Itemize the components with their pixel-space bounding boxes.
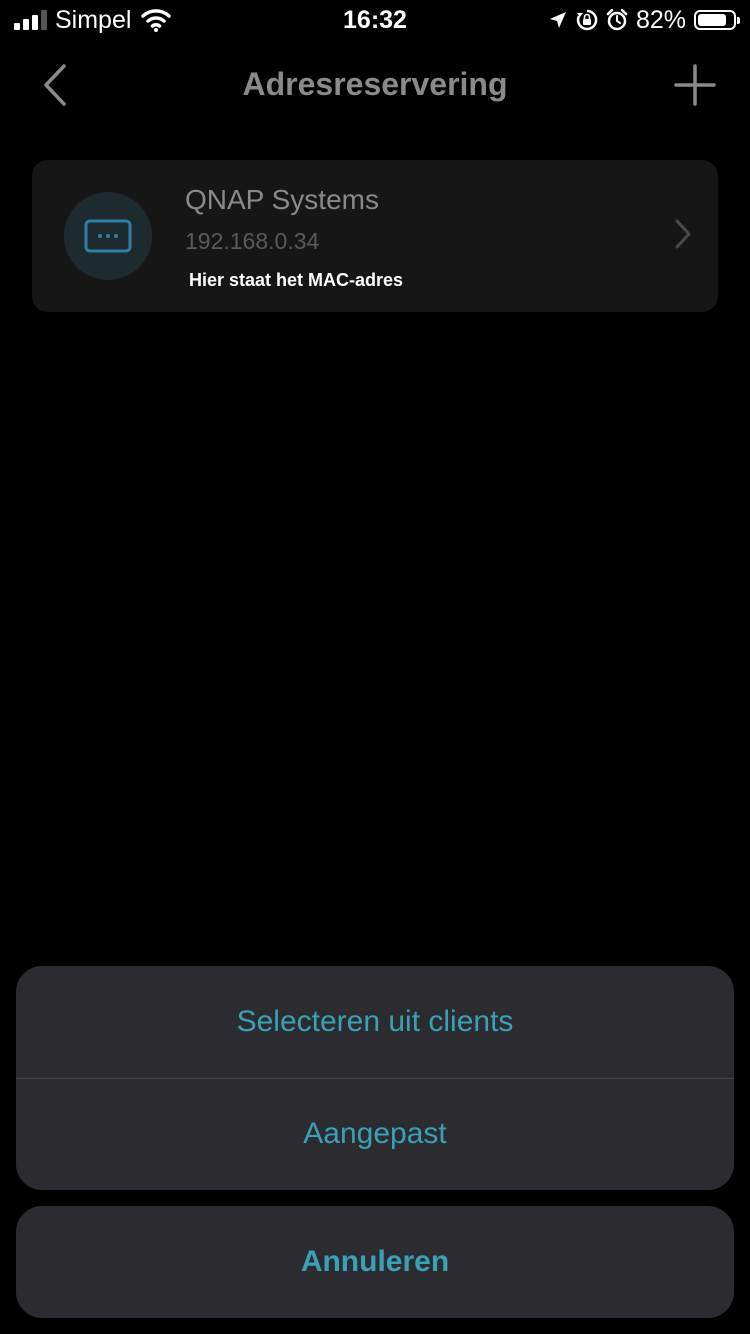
rotation-lock-icon: [576, 9, 598, 31]
chevron-right-icon: [675, 219, 691, 249]
plus-icon: [674, 64, 716, 106]
battery-fill: [698, 14, 726, 26]
action-sheet: Selecteren uit clients Aangepast: [16, 966, 734, 1190]
reservation-item[interactable]: QNAP Systems 192.168.0.34 Hier staat het…: [32, 160, 718, 312]
page-title: Adresreservering: [242, 66, 508, 102]
nav-bar: Adresreservering: [0, 50, 750, 120]
device-name: QNAP Systems: [185, 184, 379, 215]
device-ip: 192.168.0.34: [185, 228, 320, 254]
location-icon: [549, 12, 566, 28]
add-reservation-button[interactable]: [670, 58, 720, 112]
device-icon: [64, 192, 152, 280]
device-mac: Hier staat het MAC-adres: [189, 270, 404, 290]
battery-icon: [694, 10, 740, 30]
status-right: 82%: [548, 5, 740, 34]
status-bar: Simpel 16:32 82%: [0, 0, 750, 40]
alarm-icon: [606, 9, 628, 31]
battery-percent: 82%: [635, 5, 686, 34]
select-from-clients-button[interactable]: Selecteren uit clients: [16, 966, 734, 1078]
custom-button[interactable]: Aangepast: [16, 1078, 734, 1190]
cancel-button[interactable]: Annuleren: [16, 1206, 734, 1318]
